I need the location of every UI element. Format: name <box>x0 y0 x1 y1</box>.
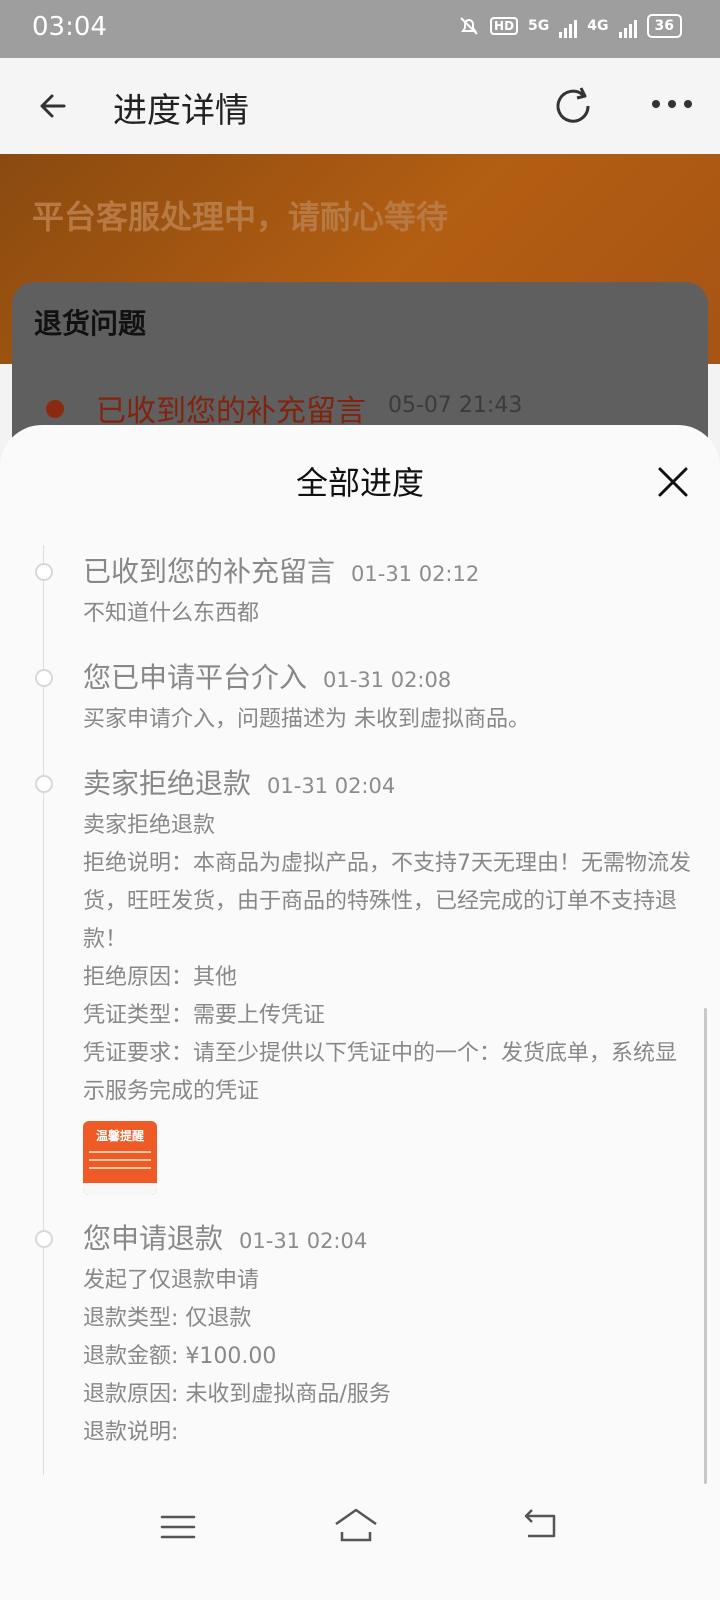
step-title: 卖家拒绝退款 01-31 02:04 <box>83 767 396 800</box>
evidence-image-thumbnail[interactable]: 温馨提醒 <box>83 1121 157 1195</box>
step-details: 发起了仅退款申请 退款类型: 仅退款 退款金额: ¥100.00 退款原因: 未… <box>83 1262 693 1452</box>
detail-line: 退款原因: 未收到虚拟商品/服务 <box>83 1382 391 1407</box>
more-icon[interactable] <box>650 94 694 114</box>
detail-line: 凭证类型：需要上传凭证 <box>83 1003 326 1028</box>
timeline-dot <box>35 775 53 793</box>
thumbnail-text-line <box>89 1159 151 1161</box>
latest-status-text: 已收到您的补充留言 <box>96 394 366 429</box>
thumbnail-text-line <box>89 1151 151 1153</box>
timeline-dot <box>35 669 53 687</box>
detail-line: 退款说明: <box>83 1420 179 1445</box>
thumbnail-footer <box>83 1183 157 1195</box>
issue-card-title: 退货问题 <box>34 307 147 340</box>
step-title: 您已申请平台介入 01-31 02:08 <box>83 661 452 694</box>
thumbnail-text-line <box>89 1167 151 1169</box>
close-icon[interactable] <box>656 465 690 499</box>
hd-icon: HD <box>490 17 519 35</box>
step-title: 已收到您的补充留言 01-31 02:12 <box>83 555 480 588</box>
detail-line: 卖家拒绝退款 <box>83 813 216 838</box>
step-time: 01-31 02:04 <box>267 774 396 798</box>
network-label-1: 5G <box>528 18 550 34</box>
network-label-2: 4G <box>587 18 609 34</box>
latest-status-time: 05-07 21:43 <box>388 393 523 418</box>
signal-2-icon <box>618 14 637 38</box>
step-time: 01-31 02:08 <box>323 668 452 692</box>
status-bar: 03:04 HD 5G 4G 36 <box>0 0 720 58</box>
detail-line: 不知道什么东西都 <box>83 601 260 626</box>
status-icons: HD 5G 4G 36 <box>458 14 682 38</box>
refresh-icon[interactable] <box>550 82 596 128</box>
mute-bell-icon <box>460 17 478 35</box>
step-details: 不知道什么东西都 <box>83 595 693 633</box>
step-title: 您申请退款 01-31 02:04 <box>83 1222 368 1255</box>
status-time: 03:04 <box>32 12 107 42</box>
detail-line: 买家申请介入，问题描述为 未收到虚拟商品。 <box>83 707 530 732</box>
progress-sheet: 全部进度 已收到您的补充留言 01-31 02:12 不知道什么东西都 您已申请平… <box>0 425 720 1600</box>
detail-line: 退款类型: 仅退款 <box>83 1306 252 1331</box>
detail-line: 拒绝说明：本商品为虚拟产品，不支持7天无理由！无需物流发货，旺旺发货，由于商品的… <box>83 851 691 952</box>
step-time: 01-31 02:12 <box>351 562 480 586</box>
page-title: 进度详情 <box>113 91 249 131</box>
detail-line: 退款金额: ¥100.00 <box>83 1344 277 1369</box>
back-arrow-icon[interactable] <box>36 86 76 126</box>
menu-icon[interactable] <box>160 1514 196 1540</box>
top-bar: 进度详情 <box>0 58 720 154</box>
step-details: 买家申请介入，问题描述为 未收到虚拟商品。 <box>83 701 693 739</box>
system-nav-bar <box>0 1484 720 1600</box>
banner-text: 平台客服处理中，请耐心等待 <box>32 198 449 236</box>
sheet-title: 全部进度 <box>295 464 424 502</box>
step-time: 01-31 02:04 <box>239 1229 368 1253</box>
thumbnail-label: 温馨提醒 <box>95 1129 144 1143</box>
home-icon[interactable] <box>332 1506 380 1544</box>
step-details: 卖家拒绝退款 拒绝说明：本商品为虚拟产品，不支持7天无理由！无需物流发货，旺旺发… <box>83 807 693 1111</box>
timeline-dot <box>35 563 53 581</box>
signal-1-icon <box>559 14 578 38</box>
latest-status-dot <box>46 400 64 418</box>
scrollbar[interactable] <box>704 1008 707 1484</box>
detail-line: 凭证要求：请至少提供以下凭证中的一个：发货底单，系统显示服务完成的凭证 <box>83 1041 678 1104</box>
back-nav-icon[interactable] <box>520 1508 560 1540</box>
detail-line: 拒绝原因：其他 <box>83 965 238 990</box>
battery-indicator: 36 <box>646 14 682 38</box>
detail-line: 发起了仅退款申请 <box>83 1268 260 1293</box>
timeline-dot <box>35 1230 53 1248</box>
